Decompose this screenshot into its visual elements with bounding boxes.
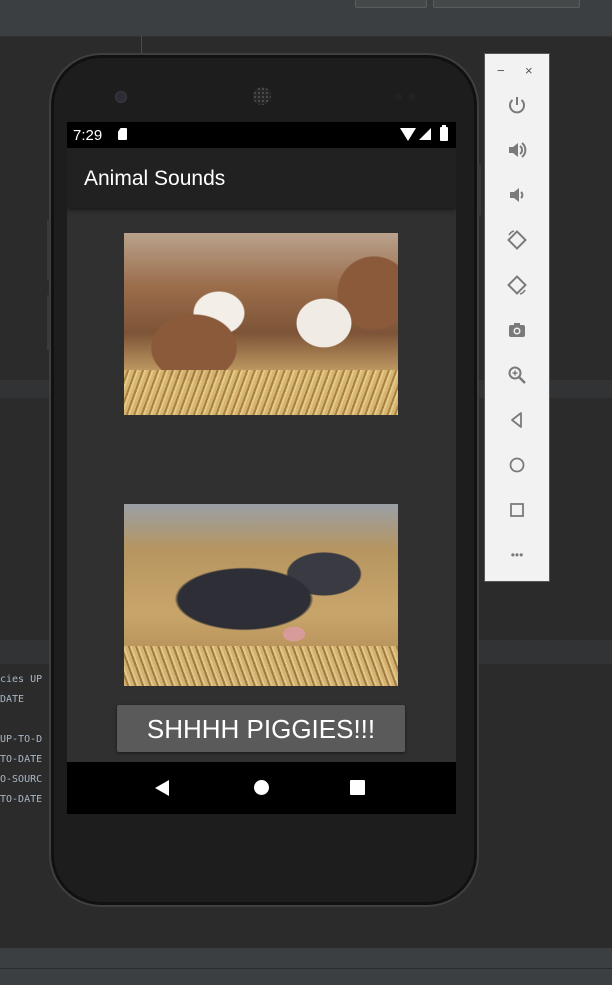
home-icon[interactable] — [254, 780, 269, 795]
run-config-dropdown[interactable] — [355, 0, 427, 8]
ide-toolbar — [0, 0, 612, 10]
power-icon[interactable] — [503, 91, 531, 119]
overview-icon[interactable] — [503, 496, 531, 524]
hay-detail — [124, 646, 398, 686]
minimize-button[interactable]: − — [497, 63, 505, 78]
app-title: Animal Sounds — [84, 167, 226, 190]
hay-detail — [124, 370, 398, 415]
sensor-icon — [395, 93, 402, 100]
pigs-image[interactable] — [124, 504, 398, 686]
volume-down-icon[interactable] — [503, 181, 531, 209]
emulator-toolbar: − × ••• — [484, 53, 550, 582]
battery-icon — [440, 125, 448, 141]
speaker-grille-icon — [253, 87, 271, 105]
signal-icon — [419, 128, 431, 140]
status-bar: 7:29 — [67, 122, 456, 148]
close-button[interactable]: × — [525, 63, 533, 78]
navigation-bar — [67, 762, 456, 814]
wifi-icon — [400, 128, 416, 141]
sd-card-icon — [118, 128, 127, 140]
volume-side-button — [47, 220, 50, 280]
ide-tab-bar — [0, 10, 612, 37]
home-icon[interactable] — [503, 451, 531, 479]
cows-image[interactable] — [124, 233, 398, 415]
back-icon[interactable] — [503, 406, 531, 434]
volume-up-icon[interactable] — [503, 136, 531, 164]
device-screen: 7:29 Animal Sounds SHHHH PIGGIES!!! — [67, 122, 456, 814]
back-icon[interactable] — [155, 780, 169, 796]
rotate-right-icon[interactable] — [503, 271, 531, 299]
front-camera-icon — [115, 91, 127, 103]
power-side-button — [478, 165, 481, 215]
shhh-piggies-button[interactable]: SHHHH PIGGIES!!! — [117, 705, 405, 752]
sensor-icon — [408, 93, 415, 100]
rotate-left-icon[interactable] — [503, 226, 531, 254]
recents-icon[interactable] — [350, 780, 365, 795]
status-time: 7:29 — [73, 127, 103, 144]
volume-side-button — [47, 295, 50, 350]
more-icon[interactable]: ••• — [503, 541, 531, 569]
device-dropdown[interactable] — [433, 0, 580, 8]
zoom-icon[interactable] — [503, 361, 531, 389]
ide-status-bar — [0, 948, 612, 985]
app-bar: Animal Sounds — [67, 148, 456, 208]
camera-icon[interactable] — [503, 316, 531, 344]
